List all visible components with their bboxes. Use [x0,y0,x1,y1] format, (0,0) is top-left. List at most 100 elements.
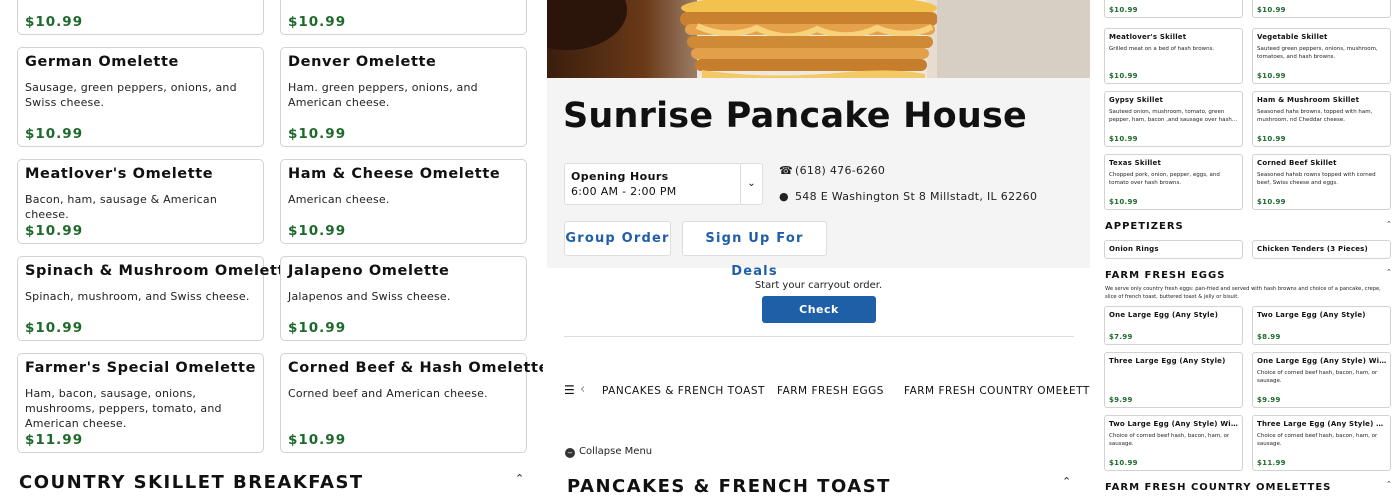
item-name: Meatlover's Skillet [1109,33,1187,41]
item-price: $10.99 [25,126,84,142]
restaurant-panel: Sunrise Pancake House Opening Hours 6:00… [547,0,1090,500]
carryout-prompt: Start your carryout order. [754,280,883,291]
menu-item-card[interactable]: Ham & Mushroom Skillet Seasoned hahs bro… [1252,91,1391,147]
item-price: $9.99 [1257,396,1281,404]
menu-item-card[interactable]: Ham & Cheese Omelette American cheese. $… [280,159,527,244]
chevron-up-icon[interactable]: ⌃ [1062,475,1071,488]
section-note: We serve only country fresh eggs: pan-fr… [1105,286,1381,300]
menu-item-card[interactable]: German Omelette Sausage, green peppers, … [17,47,264,147]
menu-item-card[interactable]: Meatlover's Omelette Bacon, ham, sausage… [17,159,264,244]
menu-item-card[interactable]: Meatlover's Skillet Grilled meat on a be… [1104,28,1243,84]
menu-item-card[interactable]: Two Large Egg (Any Style) With... Choice… [1104,415,1243,471]
item-description: Sauteed onion, mushroom, tomato, green p… [1109,109,1238,123]
menu-item-card[interactable]: One Large Egg (Any Style) With... Choice… [1252,352,1391,408]
item-name: Spinach & Mushroom Omelette [25,263,296,279]
hours-label: Opening Hours [571,170,669,183]
item-name: Jalapeno Omelette [288,263,450,279]
hero-image [547,0,1090,78]
menu-item-card[interactable]: Chicken Tenders (3 Pieces) [1252,240,1391,259]
menu-item-card[interactable]: $10.99 [280,0,527,35]
category-nav: ☰ ‹ PANCAKES & FRENCH TOAST FARM FRESH E… [547,381,1090,401]
menu-item-card[interactable]: One Large Egg (Any Style) $7.99 [1104,306,1243,345]
menu-item-card[interactable]: Corned Beef & Hash Omelette Corned beef … [280,353,543,453]
menu-list-icon[interactable]: ☰ [564,383,575,397]
item-name: Vegetable Skillet [1257,33,1328,41]
menu-item-card[interactable]: Three Large Egg (Any Style) $9.99 [1104,352,1243,408]
item-name: Corned Beef Skillet [1257,159,1337,167]
chevron-up-icon[interactable]: ⌃ [1386,480,1392,488]
item-description: Grilled meat on a bed of hash browns. [1109,46,1215,52]
item-name: Chicken Tenders (3 Pieces) [1257,245,1368,253]
section-title: PANCAKES & FRENCH TOAST [567,476,891,497]
item-price: $10.99 [1109,198,1138,206]
chevron-up-icon[interactable]: ⌃ [515,472,524,485]
item-name: Three Large Egg (Any Style) With... [1257,420,1388,428]
menu-item-card[interactable]: Jalapeno Omelette Jalapenos and Swiss ch… [280,256,527,341]
menu-preview-panel: $10.99 $10.99 Meatlover's Skillet Grille… [1098,0,1400,500]
menu-item-card[interactable]: Spinach & Mushroom Omelette Spinach, mus… [17,256,295,341]
item-price: $7.99 [1109,333,1133,341]
item-price: $10.99 [1257,6,1286,14]
section-title: APPETIZERS [1105,221,1184,232]
item-name: Denver Omelette [288,54,437,70]
item-name: Corned Beef & Hash Omelette [288,360,543,376]
check-availability-button[interactable]: Check Availability [762,296,876,343]
item-name: Meatlover's Omelette [25,166,214,182]
group-order-button[interactable]: Group Order [564,221,671,256]
collapse-menu-button[interactable]: − Collapse Menu [565,446,652,458]
tab-farm-fresh-eggs[interactable]: FARM FRESH EGGS [777,385,884,397]
menu-item-card[interactable]: Farmer's Special Omelette Ham, bacon, sa… [17,353,264,453]
menu-item-card[interactable]: $10.99 [1252,0,1391,18]
item-name: Farmer's Special Omelette [25,360,256,376]
item-price: $10.99 [1109,6,1138,14]
menu-item-card[interactable]: Onion Rings [1104,240,1243,259]
menu-item-card[interactable]: Denver Omelette Ham. green peppers, onio… [280,47,527,147]
item-description: Chopped pork, onion, pepper, eggs, and t… [1109,172,1220,186]
chevron-left-icon[interactable]: ‹ [580,382,586,397]
restaurant-info: Sunrise Pancake House Opening Hours 6:00… [547,78,1090,279]
item-description: Seasoned hahs browns, topped with ham, m… [1257,109,1373,123]
item-description: Seasoned hahsb rowns topped with corned … [1257,172,1376,186]
minus-circle-icon: − [565,448,575,458]
hours-value: 6:00 AM - 2:00 PM [571,185,677,198]
address-row[interactable]: ● 548 E Washington St 8 Millstadt, IL 622… [779,190,1037,203]
item-name: Texas Skillet [1109,159,1162,167]
item-description: American cheese. [288,193,390,206]
menu-item-card[interactable]: Two Large Egg (Any Style) $8.99 [1252,306,1391,345]
item-price: $10.99 [1257,198,1286,206]
item-price: $10.99 [25,223,84,239]
menu-item-card[interactable]: Vegetable Skillet Sauteed green peppers,… [1252,28,1391,84]
menu-item-card[interactable]: Gypsy Skillet Sauteed onion, mushroom, t… [1104,91,1243,147]
chevron-up-icon[interactable]: ⌃ [1386,268,1392,276]
item-name: One Large Egg (Any Style) [1109,311,1219,319]
item-name: Gypsy Skillet [1109,96,1164,104]
item-price: $11.99 [1257,459,1286,467]
sign-up-deals-button[interactable]: Sign Up For Deals [682,221,827,279]
menu-item-card[interactable]: Three Large Egg (Any Style) With... Choi… [1252,415,1391,471]
item-name: Ham & Mushroom Skillet [1257,96,1360,104]
menu-item-card[interactable]: $10.99 [1104,0,1243,18]
item-price: $10.99 [288,320,347,336]
restaurant-name: Sunrise Pancake House [563,96,1027,136]
item-price: $10.99 [1109,72,1138,80]
item-price: $10.99 [1109,135,1138,143]
item-name: Three Large Egg (Any Style) [1109,357,1226,365]
item-name: German Omelette [25,54,179,70]
item-description: Sausage, green peppers, onions, and Swis… [25,81,237,109]
section-title: FARM FRESH EGGS [1105,270,1226,281]
menu-item-card[interactable]: Corned Beef Skillet Seasoned hahsb rowns… [1252,154,1391,210]
chevron-down-icon[interactable]: ⌄ [740,164,762,204]
item-price: $10.99 [25,320,84,336]
chevron-right-icon[interactable]: › [1063,382,1069,397]
collapse-menu-label: Collapse Menu [579,446,653,457]
menu-item-card[interactable]: Texas Skillet Chopped pork, onion, peppe… [1104,154,1243,210]
chevron-up-icon[interactable]: ⌃ [1386,220,1392,228]
phone-icon: ☎ [779,164,794,177]
tab-pancakes[interactable]: PANCAKES & FRENCH TOAST [602,385,765,397]
menu-item-card[interactable]: $10.99 [17,0,264,35]
opening-hours-dropdown[interactable]: Opening Hours 6:00 AM - 2:00 PM ⌄ [564,163,763,205]
item-price: $11.99 [25,432,84,448]
item-description: Jalapenos and Swiss cheese. [288,290,451,303]
phone-row[interactable]: ☎ (618) 476-6260 [779,164,885,177]
item-price: $10.99 [1257,72,1286,80]
